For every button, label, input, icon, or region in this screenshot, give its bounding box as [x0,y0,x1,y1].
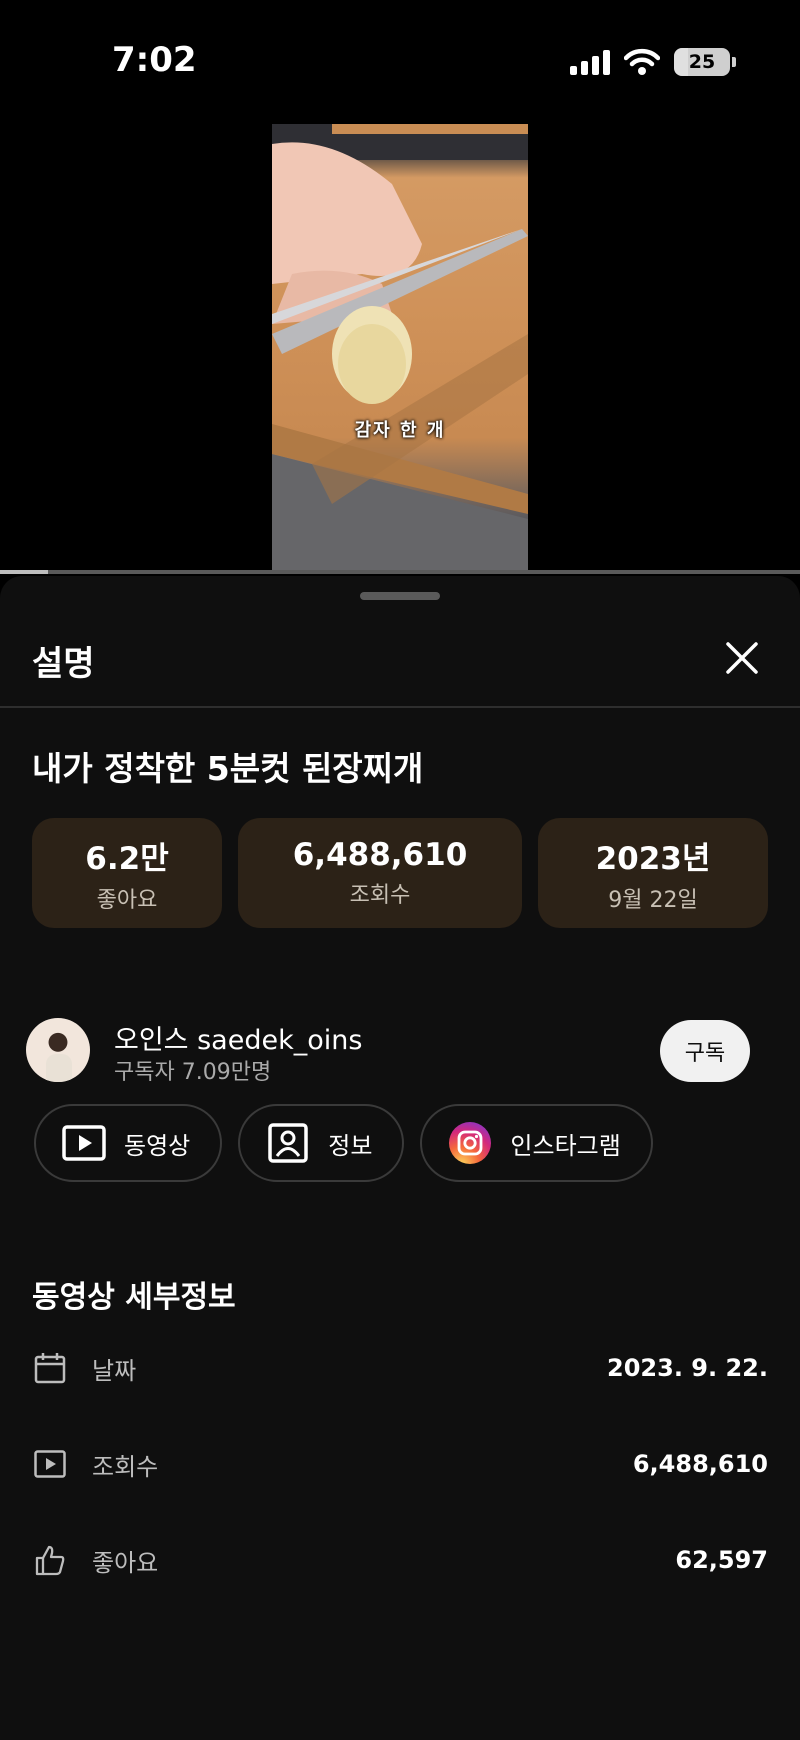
status-bar: 7:02 25 [0,0,800,120]
status-time: 7:02 [112,40,197,80]
video-progress-bar[interactable] [0,570,800,574]
person-icon [266,1121,310,1165]
channel-name[interactable]: 오인스 saedek_oins [114,1018,362,1057]
chip-label: 인스타그램 [510,1131,621,1160]
videos-chip[interactable]: 동영상 [34,1104,223,1182]
drag-handle[interactable] [360,592,440,600]
cellular-signal-icon [570,49,610,75]
stat-value: 6,488,610 [292,837,468,873]
instagram-icon [448,1121,492,1165]
video-progress-fill [0,570,48,574]
description-sheet: 설명 내가 정착한 5분컷 된장찌개 6.2만 좋아요 6,488,610 조회… [0,576,800,1740]
detail-row-likes: 좋아요 62,597 [32,1538,768,1582]
play-icon [32,1446,68,1482]
detail-label: 조회수 [92,1452,159,1481]
date-stat: 2023년 9월 22일 [538,818,768,928]
about-chip[interactable]: 정보 [238,1104,405,1182]
detail-row-views: 조회수 6,488,610 [32,1442,768,1486]
stat-label: 조회수 [349,883,411,908]
detail-label: 날짜 [92,1356,137,1385]
stat-label: 좋아요 [96,887,158,913]
instagram-chip[interactable]: 인스타그램 [420,1104,653,1182]
channel-row[interactable]: 오인스 saedek_oins 구독자 7.09만명 구독 [26,1018,776,1088]
detail-value: 6,488,610 [632,1450,768,1478]
video-play-icon [62,1121,106,1165]
stats-row: 6.2만 좋아요 6,488,610 조회수 2023년 9월 22일 [32,818,768,928]
status-icons: 25 [570,48,736,76]
chip-label: 정보 [328,1131,373,1160]
chip-label: 동영상 [124,1131,191,1160]
close-icon[interactable] [722,638,762,678]
calendar-icon [32,1350,68,1386]
sheet-title: 설명 [32,644,95,684]
battery-icon: 25 [674,48,736,76]
detail-row-date: 날짜 2023. 9. 22. [32,1346,768,1390]
wifi-icon [624,48,660,75]
video-thumbnail-image [272,124,528,572]
views-stat: 6,488,610 조회수 [238,818,522,928]
battery-level: 25 [688,51,716,73]
subscriber-count: 구독자 7.09만명 [114,1060,272,1085]
video-title: 내가 정착한 5분컷 된장찌개 [32,749,424,788]
detail-value: 62,597 [675,1546,768,1574]
subscribe-button[interactable]: 구독 [660,1020,750,1082]
detail-value: 2023. 9. 22. [607,1354,768,1382]
stat-value: 6.2만 [85,840,169,877]
details-heading: 동영상 세부정보 [32,1280,236,1315]
video-frame[interactable]: 감자 한 개 [272,124,528,572]
channel-links: 동영상 정보 인스타그램 [34,1104,653,1182]
thumb-up-icon [32,1542,68,1578]
stat-value: 2023년 [595,840,711,877]
stat-label: 9월 22일 [608,887,698,913]
channel-avatar[interactable] [26,1018,90,1082]
likes-stat: 6.2만 좋아요 [32,818,222,928]
detail-label: 좋아요 [92,1548,159,1577]
video-player[interactable]: 감자 한 개 [0,120,800,574]
video-caption: 감자 한 개 [354,420,446,441]
divider [0,706,800,708]
